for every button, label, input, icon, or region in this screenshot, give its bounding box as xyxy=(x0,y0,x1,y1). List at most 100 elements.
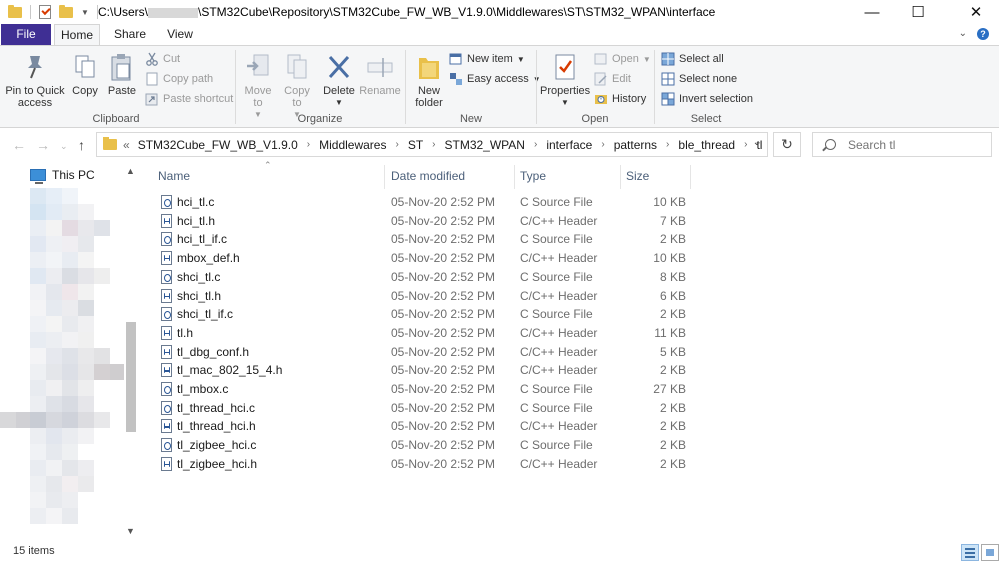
column-divider[interactable] xyxy=(514,165,515,189)
file-name: mbox_def.h xyxy=(177,251,240,266)
file-row[interactable]: shci_tl.h 05-Nov-20 2:52 PM C/C++ Header 6 … xyxy=(150,287,999,306)
move-to-icon xyxy=(245,52,271,82)
details-view-icon[interactable] xyxy=(961,544,979,561)
rename-button[interactable]: Rename xyxy=(359,48,401,97)
large-icons-view-icon[interactable] xyxy=(981,544,999,561)
new-folder-icon[interactable] xyxy=(59,4,73,18)
file-size: 11 KB xyxy=(654,325,686,340)
breadcrumb-item[interactable]: patterns xyxy=(614,138,657,152)
copy-button[interactable]: Copy xyxy=(70,48,100,97)
file-type: C/C++ Header xyxy=(520,344,598,359)
open-button[interactable]: Open ▼ xyxy=(594,50,651,68)
minimize-button[interactable]: — xyxy=(849,0,895,24)
file-row[interactable]: mbox_def.h 05-Nov-20 2:52 PM C/C++ Header 1… xyxy=(150,249,999,268)
help-icon[interactable]: ? xyxy=(977,28,989,40)
breadcrumb-separator-icon[interactable]: › xyxy=(395,139,398,150)
nav-scrollbar[interactable]: ▲ ▼ xyxy=(123,162,139,542)
toolbar-divider xyxy=(30,5,31,19)
breadcrumb-item[interactable]: Middlewares xyxy=(319,138,386,152)
back-arrow-icon[interactable]: ← xyxy=(12,137,26,153)
file-row[interactable]: tl_thread_hci.c 05-Nov-20 2:52 PM C Source… xyxy=(150,399,999,418)
tab-file[interactable]: File xyxy=(1,24,51,45)
breadcrumb-item[interactable]: STM32_WPAN xyxy=(445,138,525,152)
tab-share[interactable]: Share xyxy=(110,24,150,45)
column-header-size[interactable]: Size xyxy=(626,162,686,190)
file-type: C Source File xyxy=(520,382,593,396)
up-arrow-icon[interactable]: ↑ xyxy=(78,137,85,153)
column-divider[interactable] xyxy=(620,165,621,189)
column-header-name[interactable]: Name xyxy=(158,162,384,190)
file-row[interactable]: tl.h 05-Nov-20 2:52 PM C/C++ Header 11 KB xyxy=(150,324,999,343)
file-row[interactable]: tl_mbox.c 05-Nov-20 2:52 PM C Source File 2… xyxy=(150,380,999,399)
column-divider[interactable] xyxy=(384,165,385,189)
folder-icon[interactable] xyxy=(8,4,22,18)
move-to-button[interactable]: Move to ▼ xyxy=(240,48,276,121)
file-row[interactable]: tl_thread_hci.h 05-Nov-20 2:52 PM C/C++ He… xyxy=(150,417,999,436)
column-divider[interactable] xyxy=(690,165,691,189)
breadcrumb-separator-icon[interactable]: › xyxy=(432,139,435,150)
file-row[interactable]: hci_tl.c 05-Nov-20 2:52 PM C Source File 10… xyxy=(150,193,999,212)
search-input[interactable] xyxy=(848,137,978,152)
breadcrumb-item[interactable]: STM32Cube_FW_WB_V1.9.0 xyxy=(138,138,298,152)
search-box[interactable] xyxy=(812,132,992,157)
scroll-up-chevron-icon[interactable]: ▲ xyxy=(126,166,135,176)
open-group: Properties ▼ Open ▼ Edit History Open xyxy=(538,46,652,128)
pin-to-quick-access-button[interactable]: Pin to Quick access xyxy=(4,48,66,109)
easy-access-button[interactable]: Easy access ▼ xyxy=(449,70,541,88)
copy-to-button[interactable]: Copy to ▼ xyxy=(279,48,315,121)
address-bar[interactable]: « STM32Cube_FW_WB_V1.9.0 › Middlewares › S… xyxy=(96,132,768,157)
breadcrumb-separator-icon[interactable]: › xyxy=(666,139,669,150)
cut-button[interactable]: Cut xyxy=(145,50,180,68)
forward-arrow-icon[interactable]: → xyxy=(36,137,50,153)
delete-button[interactable]: Delete ▼ xyxy=(321,48,357,109)
breadcrumb-item[interactable]: interface xyxy=(546,138,592,152)
file-row[interactable]: hci_tl_if.c 05-Nov-20 2:52 PM C Source Fil… xyxy=(150,230,999,249)
address-history-chevron-icon[interactable]: ⌄ xyxy=(753,137,761,148)
history-button[interactable]: History xyxy=(594,90,646,108)
properties-icon xyxy=(552,52,578,82)
edit-button[interactable]: Edit xyxy=(594,70,631,88)
invert-selection-button[interactable]: Invert selection xyxy=(661,90,753,108)
paste-button[interactable]: Paste xyxy=(106,48,138,97)
properties-button[interactable]: Properties ▼ xyxy=(540,48,590,109)
file-row[interactable]: hci_tl.h 05-Nov-20 2:52 PM C/C++ Header 7 K… xyxy=(150,212,999,231)
copy-path-label: Copy path xyxy=(163,73,214,85)
file-row[interactable]: tl_zigbee_hci.h 05-Nov-20 2:52 PM C/C++ He… xyxy=(150,455,999,474)
breadcrumb-separator-icon[interactable]: › xyxy=(601,139,604,150)
breadcrumb-separator-icon[interactable]: › xyxy=(534,139,537,150)
column-header-date[interactable]: Date modified xyxy=(391,162,511,190)
edit-icon xyxy=(594,72,608,86)
recent-locations-chevron-icon[interactable]: ⌄ xyxy=(60,141,68,152)
new-folder-button[interactable]: New folder xyxy=(409,48,449,109)
breadcrumb-item[interactable]: ble_thread xyxy=(678,138,735,152)
breadcrumb-overflow[interactable]: « xyxy=(123,138,130,152)
move-to-label: Move to xyxy=(244,85,272,109)
file-row[interactable]: shci_tl_if.c 05-Nov-20 2:52 PM C Source Fi… xyxy=(150,305,999,324)
nav-item-this-pc[interactable]: This PC xyxy=(30,168,95,184)
breadcrumb-separator-icon[interactable]: › xyxy=(744,139,747,150)
tab-view[interactable]: View xyxy=(162,24,198,45)
customize-toolbar-chevron-icon[interactable]: ▼ xyxy=(81,8,89,17)
file-row[interactable]: tl_zigbee_hci.c 05-Nov-20 2:52 PM C Source… xyxy=(150,436,999,455)
maximize-button[interactable]: ☐ xyxy=(895,0,941,24)
scroll-down-chevron-icon[interactable]: ▼ xyxy=(126,526,135,536)
copy-path-button[interactable]: Copy path xyxy=(145,70,213,88)
breadcrumb-item[interactable]: ST xyxy=(408,138,423,152)
close-button[interactable]: ✕ xyxy=(953,0,999,24)
paste-shortcut-button[interactable]: Paste shortcut xyxy=(145,90,233,108)
quick-access-toolbar: ▼ xyxy=(0,0,98,24)
properties-check-icon[interactable] xyxy=(39,5,51,19)
select-all-button[interactable]: Select all xyxy=(661,50,724,68)
file-row[interactable]: shci_tl.c 05-Nov-20 2:52 PM C Source File 8… xyxy=(150,268,999,287)
refresh-button[interactable]: ↻ xyxy=(773,132,801,157)
new-item-button[interactable]: New item ▼ xyxy=(449,50,525,68)
breadcrumb-separator-icon[interactable]: › xyxy=(307,139,310,150)
select-none-button[interactable]: Select none xyxy=(661,70,737,88)
file-size: 27 KB xyxy=(653,382,686,396)
tab-home[interactable]: Home xyxy=(54,24,100,46)
file-row[interactable]: tl_dbg_conf.h 05-Nov-20 2:52 PM C/C++ Head… xyxy=(150,343,999,362)
expand-ribbon-chevron-icon[interactable]: ⌄ xyxy=(959,28,967,40)
scrollbar-thumb[interactable] xyxy=(126,322,136,432)
file-row[interactable]: tl_mac_802_15_4.h 05-Nov-20 2:52 PM C/C++ … xyxy=(150,361,999,380)
column-header-type[interactable]: Type xyxy=(520,162,620,190)
